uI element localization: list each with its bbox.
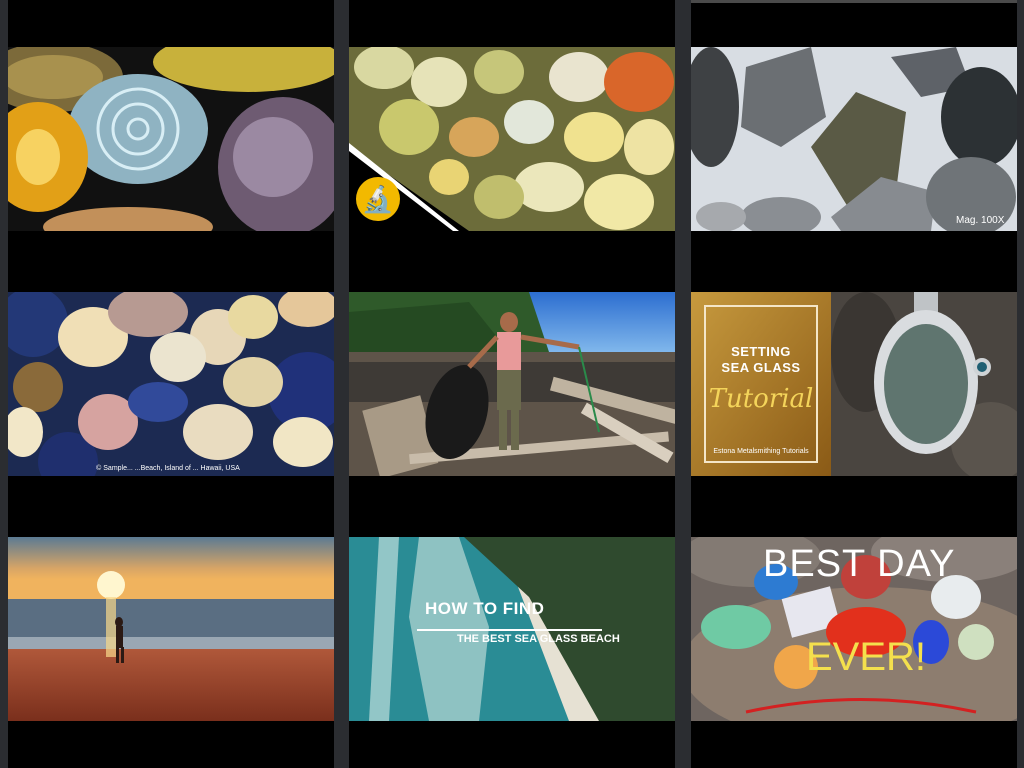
tutorial-footer: Estona Metalsmithing Tutorials <box>713 448 809 455</box>
tutorial-title-line2: SEA GLASS <box>721 360 801 375</box>
thumbnail-hiker-driftwood-beach[interactable] <box>349 292 675 476</box>
tutorial-script-word: Tutorial <box>708 384 814 414</box>
thumbnail-aerial-beach-sea-glass[interactable]: HOW TO FIND THE BEST SEA GLASS BEACH <box>349 537 675 721</box>
hawaii-caption: © Sample... ...Beach, Island of ... Hawa… <box>96 464 240 472</box>
tutorial-title-line1: SETTING <box>731 344 791 359</box>
magnification-caption: Mag. 100X <box>956 215 1005 226</box>
thumbnail-sand-crystals-magnified[interactable]: Mag. 100X <box>691 47 1017 231</box>
column-top-divider <box>691 0 1017 3</box>
scrollbar[interactable] <box>1018 0 1024 768</box>
thumbnail-sand-grains-macro-shells[interactable] <box>8 47 334 231</box>
thumbnail-best-day-ever-sea-glass[interactable]: BEST DAY EVER! <box>691 537 1017 721</box>
best-day-title-line2: EVER! <box>806 635 927 679</box>
best-day-title-line1: BEST DAY <box>763 543 956 585</box>
thumbnail-sand-grains-microscope[interactable]: 🔬 <box>349 47 675 231</box>
grid-column-1: © Sample... ...Beach, Island of ... Hawa… <box>8 0 334 768</box>
thumbnail-sunset-beach-walker[interactable] <box>8 537 334 721</box>
grid-column-2: 🔬 HOW TO FIND THE BEST SEA GLASS BEACH <box>349 0 675 768</box>
thumbnail-setting-sea-glass-tutorial[interactable]: SETTING SEA GLASS Tutorial Estona Metals… <box>691 292 1017 476</box>
aerial-title-line1: HOW TO FIND <box>425 599 545 618</box>
aerial-title-line2: THE BEST SEA GLASS BEACH <box>457 633 620 645</box>
thumbnail-sand-sample-hawaii[interactable]: © Sample... ...Beach, Island of ... Hawa… <box>8 292 334 476</box>
grid-column-3: Mag. 100X SETTING SEA GLASS Tutorial Est… <box>691 0 1017 768</box>
microscope-icon: 🔬 <box>361 184 395 214</box>
aerial-title-divider <box>417 629 602 631</box>
